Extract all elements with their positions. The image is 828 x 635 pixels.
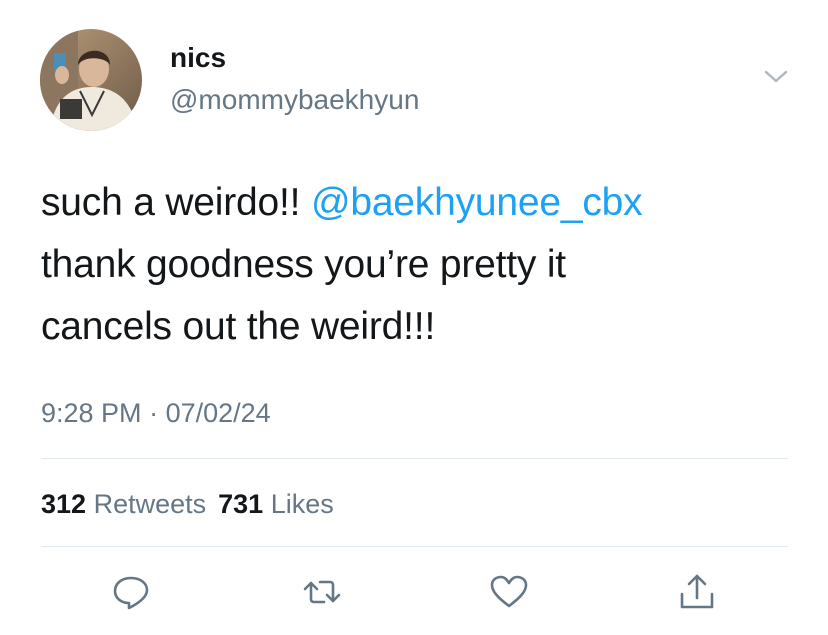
timestamp[interactable]: 9:28 PM · 07/02/24	[41, 393, 271, 433]
retweets-count: 312	[41, 489, 87, 519]
date: 07/02/24	[165, 398, 271, 428]
engagement-stats: 312 Retweets 731 Likes	[41, 484, 334, 524]
tweet-text-segment: such a weirdo!!	[41, 181, 311, 224]
display-name[interactable]: nics	[170, 40, 226, 76]
likes-label: Likes	[270, 489, 334, 519]
mention-link[interactable]: @baekhyunee_cbx	[311, 181, 643, 224]
heart-icon[interactable]	[489, 572, 529, 612]
reply-icon[interactable]	[111, 572, 151, 612]
chevron-down-icon[interactable]	[763, 68, 789, 86]
likes-count: 731	[218, 489, 264, 519]
avatar[interactable]	[40, 29, 142, 131]
divider	[41, 458, 788, 459]
user-handle[interactable]: @mommybaekhyun	[170, 82, 419, 118]
share-icon[interactable]	[677, 572, 717, 612]
retweets-stat[interactable]: 312 Retweets	[41, 489, 206, 519]
tweet-text: such a weirdo!! @baekhyunee_cbx thank go…	[41, 172, 781, 358]
retweets-label: Retweets	[93, 489, 207, 519]
tweet-text-line-3: cancels out the weird!!!	[41, 305, 436, 348]
retweet-icon[interactable]	[302, 572, 342, 612]
time: 9:28 PM	[41, 398, 142, 428]
separator: ·	[141, 398, 166, 428]
avatar-photo	[40, 29, 142, 131]
tweet-text-line-1: such a weirdo!! @baekhyunee_cbx	[41, 172, 781, 234]
tweet-text-line-2: thank goodness you’re pretty it	[41, 243, 566, 286]
likes-stat[interactable]: 731 Likes	[218, 489, 334, 519]
divider	[41, 546, 788, 547]
tweet-card: nics @mommybaekhyun such a weirdo!! @bae…	[0, 0, 828, 635]
